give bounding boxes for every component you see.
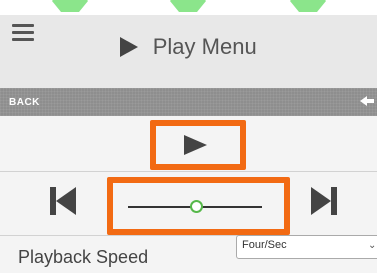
skip-previous-icon[interactable] — [50, 187, 76, 215]
playback-speed-select[interactable]: Four/Sec ⌄ — [236, 235, 377, 259]
playback-slider-thumb[interactable] — [190, 200, 203, 213]
speed-select-value: Four/Sec — [242, 239, 287, 251]
app-header: Play Menu — [0, 0, 377, 88]
back-bar[interactable]: BACK — [0, 88, 377, 116]
green-hex-shape — [52, 0, 88, 12]
chevron-down-icon: ⌄ — [368, 240, 377, 251]
skip-next-icon[interactable] — [311, 187, 337, 215]
page-title: Play Menu — [152, 34, 257, 59]
back-arrow-icon[interactable] — [360, 94, 374, 108]
play-button[interactable] — [184, 135, 207, 155]
playback-speed-label: Playback Speed — [18, 247, 149, 267]
green-hex-shape — [290, 0, 326, 12]
title-wrap: Play Menu — [0, 34, 377, 60]
back-label: BACK — [9, 97, 40, 108]
top-decorative-strip — [0, 0, 377, 15]
play-icon — [120, 37, 139, 57]
divider — [0, 171, 377, 172]
green-hex-shape — [170, 0, 206, 12]
